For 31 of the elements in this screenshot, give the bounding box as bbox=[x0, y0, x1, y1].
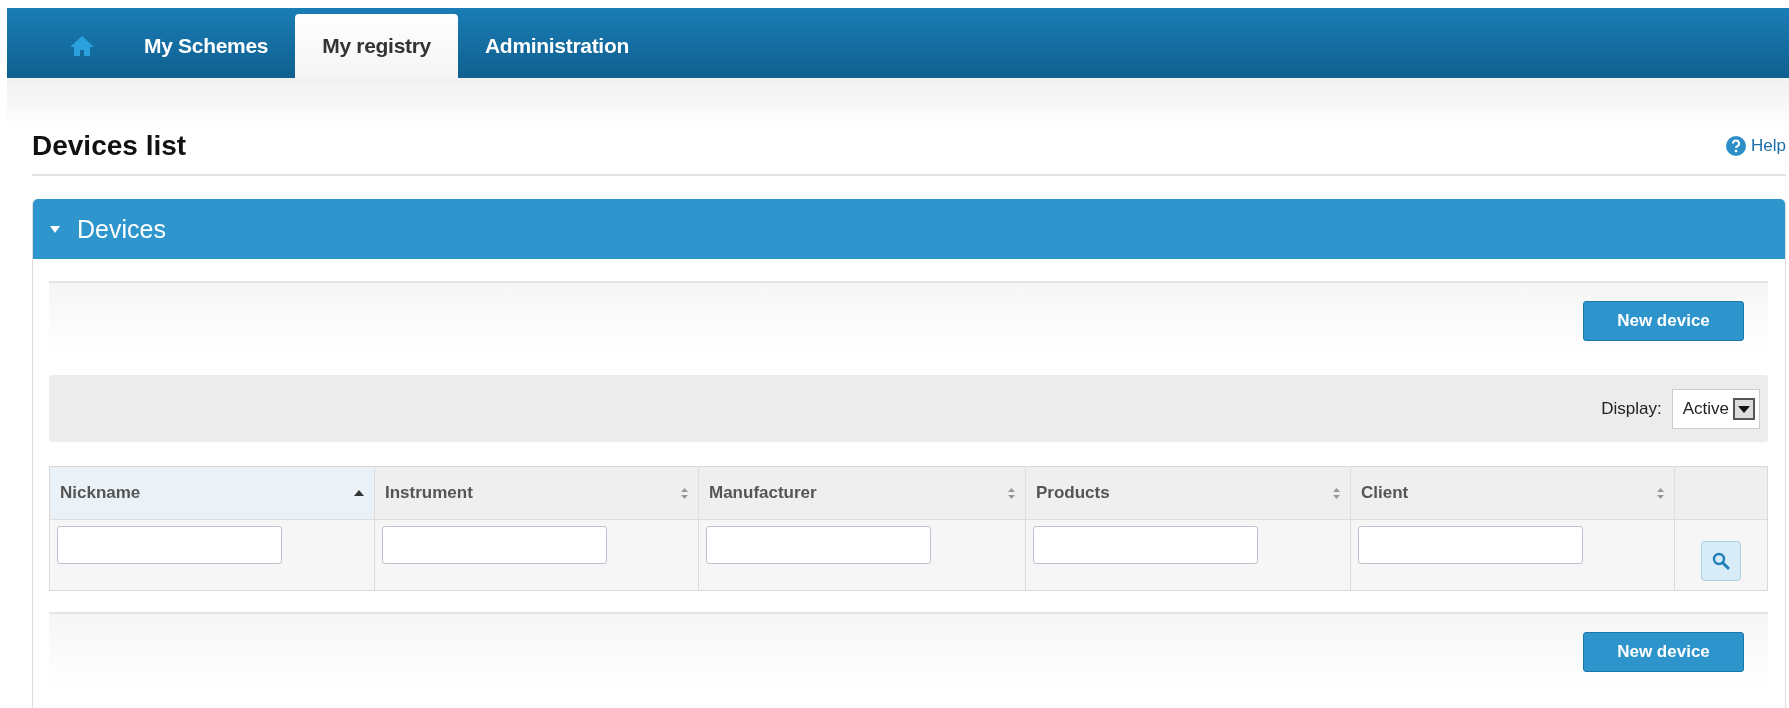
filter-input[interactable] bbox=[1033, 526, 1258, 564]
filter-input[interactable] bbox=[1358, 526, 1583, 564]
house-icon bbox=[70, 36, 94, 56]
sort-icon bbox=[681, 487, 688, 499]
filter-input[interactable] bbox=[382, 526, 607, 564]
search-icon bbox=[1712, 552, 1730, 570]
display-select[interactable]: Active bbox=[1671, 388, 1760, 429]
panel-header[interactable]: Devices bbox=[33, 199, 1785, 259]
help-link-text[interactable]: Help bbox=[1751, 136, 1786, 156]
page-title: Devices list bbox=[32, 130, 187, 162]
search-button[interactable] bbox=[1701, 541, 1741, 581]
column-header[interactable]: Client bbox=[1351, 467, 1675, 520]
sort-ascending-icon bbox=[354, 490, 364, 496]
column-header[interactable]: Products bbox=[1026, 467, 1351, 520]
help-link[interactable]: Help bbox=[1726, 136, 1786, 156]
nav-tab[interactable]: Administration bbox=[458, 14, 656, 78]
filter-input[interactable] bbox=[706, 526, 931, 564]
new-device-button[interactable]: New device bbox=[1583, 632, 1744, 672]
new-device-button[interactable]: New device bbox=[1583, 301, 1744, 341]
column-header[interactable]: Instrument bbox=[375, 467, 699, 520]
column-header[interactable]: Nickname bbox=[50, 467, 375, 520]
display-label: Display: bbox=[1601, 398, 1662, 419]
sort-icon bbox=[1333, 487, 1340, 499]
help-icon bbox=[1726, 136, 1747, 156]
nav-tab[interactable]: My registry bbox=[295, 14, 458, 78]
sort-icon bbox=[1008, 487, 1015, 499]
sort-icon bbox=[1657, 487, 1664, 499]
nav-tab[interactable]: My Schemes bbox=[117, 14, 296, 78]
column-header[interactable]: Manufacturer bbox=[699, 467, 1026, 520]
filter-input[interactable] bbox=[57, 526, 282, 564]
panel-title: Devices bbox=[77, 214, 166, 244]
